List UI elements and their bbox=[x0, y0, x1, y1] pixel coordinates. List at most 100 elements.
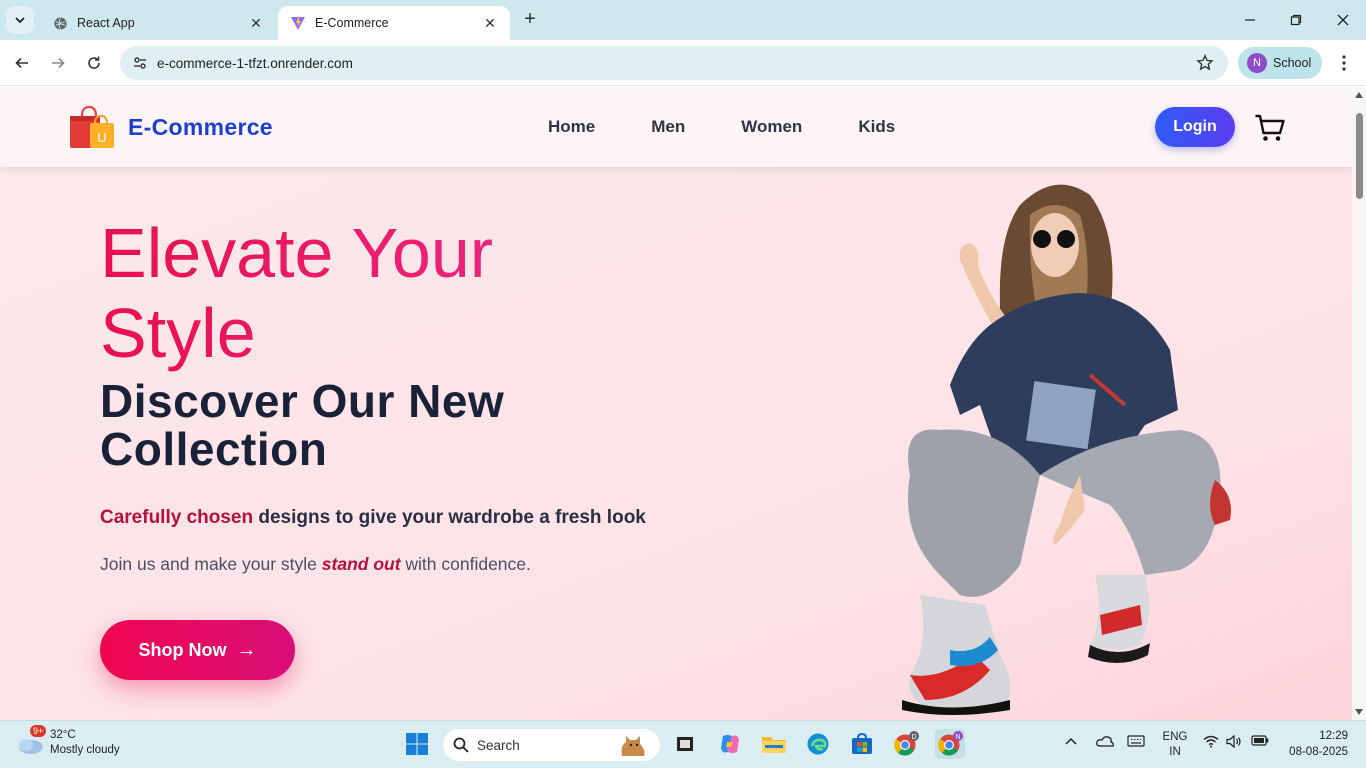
forward-button[interactable] bbox=[46, 51, 70, 75]
hero-model-image bbox=[902, 184, 1231, 715]
cart-icon[interactable] bbox=[1254, 113, 1286, 143]
edge-button[interactable] bbox=[803, 729, 833, 759]
close-icon[interactable]: ✕ bbox=[482, 15, 498, 31]
restore-button[interactable] bbox=[1284, 8, 1308, 32]
chrome-icon: N bbox=[938, 731, 963, 756]
windows-logo-icon bbox=[406, 733, 428, 755]
battery-icon bbox=[1251, 735, 1269, 746]
chevron-down-icon bbox=[15, 17, 25, 24]
wifi-icon bbox=[1203, 735, 1219, 748]
store-icon bbox=[852, 732, 872, 754]
minimize-button[interactable] bbox=[1238, 8, 1262, 32]
weather-widget[interactable]: 9+ 32°C Mostly cloudy bbox=[14, 725, 120, 759]
weather-condition: Mostly cloudy bbox=[50, 744, 120, 756]
keyboard-button[interactable] bbox=[1127, 735, 1145, 750]
search-label: Search bbox=[477, 737, 520, 753]
tab-react-app[interactable]: React App ✕ bbox=[40, 6, 276, 40]
lang-line1: ENG bbox=[1162, 731, 1188, 743]
hero-description: Join us and make your style stand out wi… bbox=[100, 554, 531, 575]
arrow-left-icon bbox=[15, 57, 28, 69]
brand[interactable]: U E-Commerce bbox=[68, 105, 273, 149]
site-info-icon[interactable] bbox=[130, 53, 150, 73]
start-button[interactable] bbox=[402, 729, 432, 759]
page-scrollbar[interactable] bbox=[1352, 87, 1366, 720]
reload-button[interactable] bbox=[82, 51, 106, 75]
chrome-profile-n-button[interactable]: N bbox=[935, 729, 965, 759]
copilot-button[interactable] bbox=[715, 729, 745, 759]
menu-item-home[interactable]: Home bbox=[548, 117, 595, 137]
scroll-down-arrow-icon[interactable] bbox=[1355, 709, 1363, 715]
browser-menu-button[interactable] bbox=[1334, 52, 1354, 74]
cloud-icon bbox=[1096, 736, 1114, 747]
taskbar-search[interactable]: Search bbox=[443, 729, 660, 761]
hero-title: Elevate Your Style bbox=[100, 213, 620, 373]
speaker-icon bbox=[1226, 734, 1241, 749]
lang-line2: IN bbox=[1169, 746, 1181, 758]
brand-name: E-Commerce bbox=[128, 113, 273, 140]
hero-subtitle: Discover Our New Collection bbox=[100, 375, 505, 475]
scrollbar-thumb[interactable] bbox=[1356, 113, 1363, 199]
chrome-profile-d-button[interactable]: D bbox=[891, 729, 921, 759]
address-bar[interactable]: e-commerce-1-tfzt.onrender.com bbox=[120, 46, 1228, 80]
system-clock[interactable]: 12:29 08-08-2025 bbox=[1286, 728, 1348, 760]
bookmark-star-icon[interactable] bbox=[1196, 54, 1214, 72]
tab-e-commerce[interactable]: E-Commerce ✕ bbox=[278, 6, 510, 40]
close-icon[interactable]: ✕ bbox=[248, 15, 264, 31]
scroll-up-arrow-icon[interactable] bbox=[1355, 92, 1363, 98]
menu-item-women[interactable]: Women bbox=[741, 117, 802, 137]
url-text: e-commerce-1-tfzt.onrender.com bbox=[157, 55, 353, 71]
desc-before: Join us and make your style bbox=[100, 554, 322, 574]
menu-item-kids[interactable]: Kids bbox=[858, 117, 895, 137]
tab-search-button[interactable] bbox=[6, 6, 34, 34]
copilot-icon bbox=[721, 734, 739, 754]
page-viewport: U E-Commerce Home Men Women Kids Login E… bbox=[0, 87, 1352, 720]
browser-toolbar: e-commerce-1-tfzt.onrender.com N School bbox=[0, 40, 1366, 86]
cloudy-weather-icon: 9+ bbox=[14, 725, 47, 759]
menu-item-men[interactable]: Men bbox=[651, 117, 685, 137]
tab-title: E-Commerce bbox=[315, 16, 389, 30]
show-hidden-icons-button[interactable] bbox=[1064, 735, 1078, 749]
desc-emphasis: stand out bbox=[321, 554, 401, 574]
tagline-highlight: Carefully chosen bbox=[100, 507, 254, 528]
back-button[interactable] bbox=[10, 51, 34, 75]
store-button[interactable] bbox=[847, 729, 877, 759]
windows-taskbar: 9+ 32°C Mostly cloudy Search D N ENG IN … bbox=[0, 720, 1366, 768]
file-explorer-button[interactable] bbox=[759, 729, 789, 759]
avatar: N bbox=[1247, 53, 1267, 73]
onedrive-button[interactable] bbox=[1096, 735, 1114, 750]
folder-icon bbox=[762, 737, 786, 753]
site-navbar: U E-Commerce Home Men Women Kids Login bbox=[0, 87, 1352, 167]
chrome-badge-d: D bbox=[911, 734, 916, 741]
edge-icon bbox=[807, 733, 829, 755]
hero-tagline: Carefully chosen designs to give your wa… bbox=[100, 507, 646, 529]
profile-button[interactable]: N School bbox=[1238, 47, 1322, 79]
arrow-right-icon bbox=[52, 57, 65, 69]
shopping-bag-logo: U bbox=[70, 105, 114, 148]
cat-decoration-icon bbox=[621, 736, 645, 756]
task-view-button[interactable] bbox=[670, 729, 700, 759]
battery-button[interactable] bbox=[1251, 735, 1269, 749]
search-icon bbox=[453, 737, 469, 753]
chrome-icon: D bbox=[894, 731, 919, 756]
logo-letter: U bbox=[97, 130, 106, 145]
profile-name: School bbox=[1273, 56, 1312, 70]
login-button[interactable]: Login bbox=[1155, 107, 1235, 147]
weather-temp: 32°C bbox=[50, 729, 76, 741]
volume-button[interactable] bbox=[1226, 734, 1242, 751]
clock-date: 08-08-2025 bbox=[1289, 746, 1348, 758]
desc-after: with confidence. bbox=[400, 554, 531, 574]
tab-title: React App bbox=[77, 16, 135, 30]
chevron-up-icon bbox=[1065, 737, 1077, 745]
chrome-badge-n: N bbox=[955, 734, 960, 741]
close-window-button[interactable] bbox=[1331, 8, 1355, 32]
task-view-icon bbox=[677, 737, 693, 751]
restore-icon bbox=[1290, 14, 1302, 26]
shop-now-button[interactable]: Shop Now → bbox=[100, 620, 295, 680]
language-indicator[interactable]: ENG IN bbox=[1162, 730, 1188, 760]
close-icon bbox=[1337, 14, 1349, 26]
new-tab-button[interactable]: + bbox=[520, 9, 540, 30]
tagline-rest: designs to give your wardrobe a fresh lo… bbox=[253, 507, 646, 528]
wifi-button[interactable] bbox=[1203, 735, 1219, 751]
shop-now-label: Shop Now bbox=[138, 639, 227, 660]
reload-icon bbox=[88, 56, 100, 69]
